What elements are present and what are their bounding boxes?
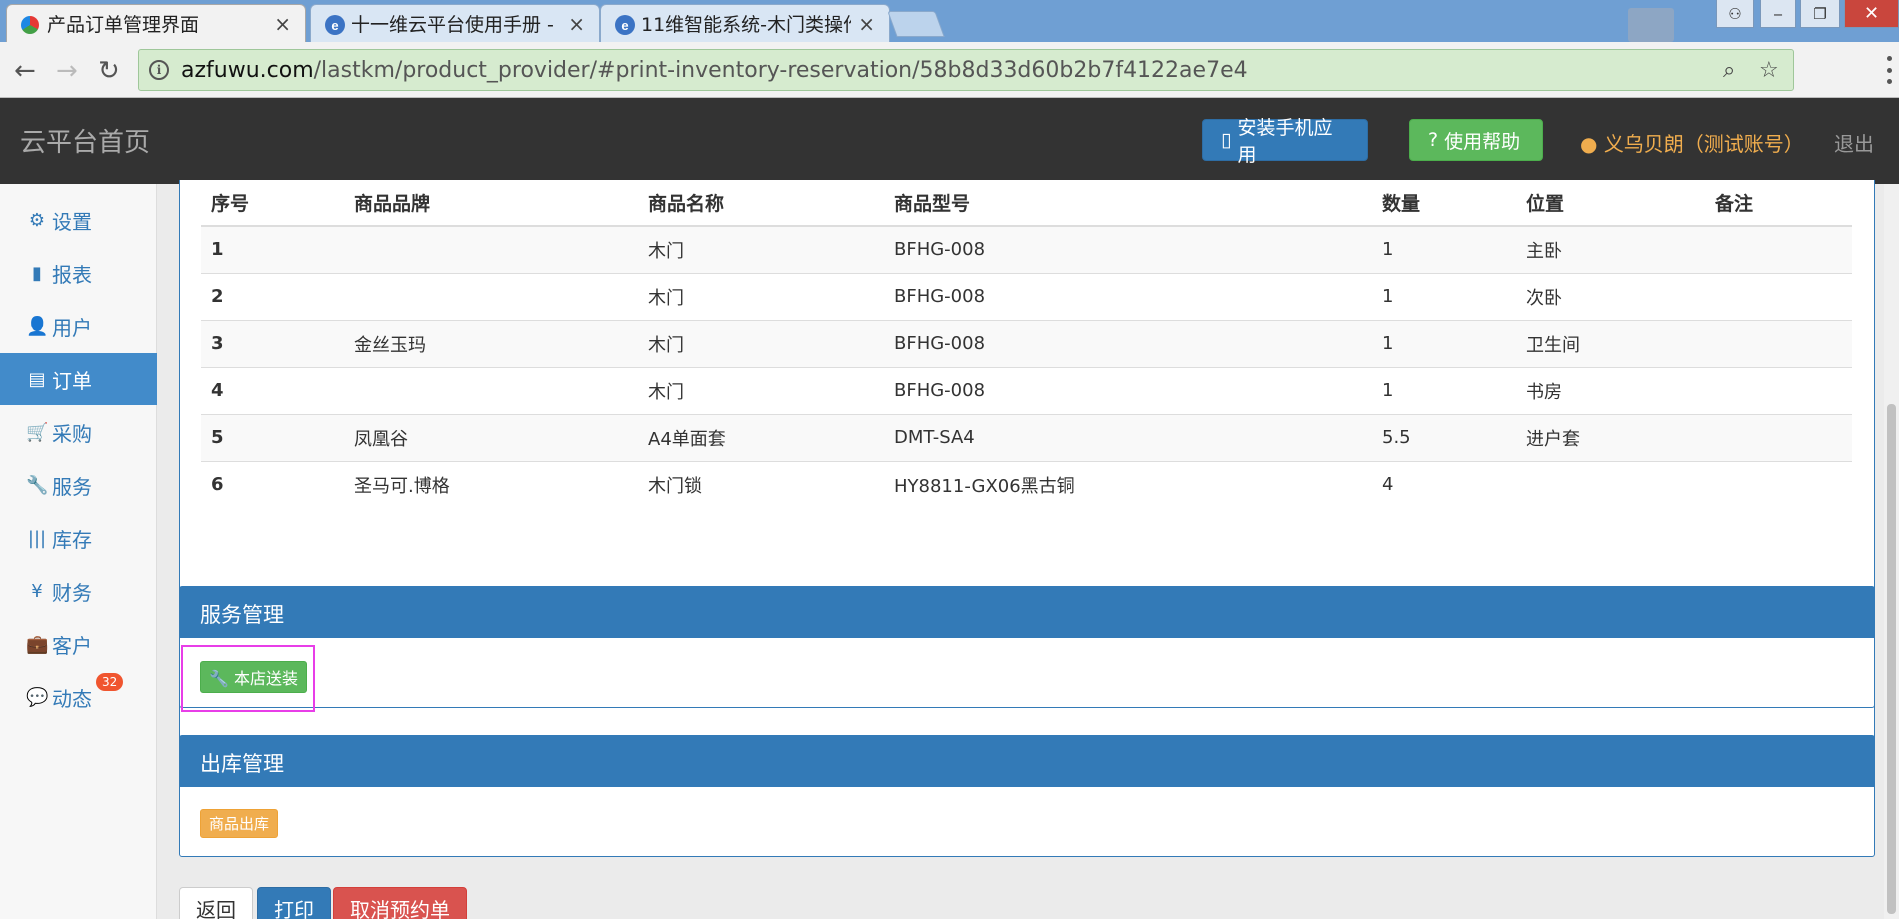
- user-account-link[interactable]: ● 义乌贝朗（测试账号）: [1580, 128, 1804, 157]
- barcode-icon: |||: [27, 527, 47, 549]
- back-button[interactable]: 返回: [179, 887, 253, 919]
- maximize-button[interactable]: ❐: [1800, 0, 1840, 28]
- site-favicon-icon: e: [615, 15, 635, 35]
- table-header-row: 序号 商品品牌 商品名称 商品型号 数量 位置 备注: [201, 180, 1852, 227]
- sidebar-item-users[interactable]: 👤 用户: [0, 300, 157, 352]
- briefcase-icon: 💼: [26, 633, 49, 655]
- wrench-icon: 🔧: [209, 669, 229, 688]
- url-text: azfuwu.com/lastkm/product_provider/#prin…: [181, 57, 1248, 83]
- user-icon: 👤: [26, 315, 49, 337]
- wrench-icon: 🔧: [26, 474, 49, 496]
- col-header-quantity: 数量: [1372, 180, 1516, 227]
- browser-menu-icon[interactable]: [1887, 56, 1893, 84]
- col-header-location: 位置: [1516, 180, 1705, 227]
- sidebar-item-service[interactable]: 🔧 服务: [0, 459, 157, 511]
- browser-tab-active[interactable]: 产品订单管理界面 ×: [6, 4, 306, 42]
- col-header-brand: 商品品牌: [344, 180, 638, 227]
- question-circle-icon: ?: [1428, 129, 1439, 151]
- comment-icon: 💬: [26, 686, 49, 708]
- scrollbar-thumb[interactable]: [1887, 404, 1896, 914]
- tab-title: 十一维云平台使用手册 -: [351, 14, 554, 36]
- new-tab-button[interactable]: [887, 11, 945, 37]
- yen-icon: ¥: [31, 580, 43, 602]
- site-favicon-icon: e: [325, 15, 345, 35]
- outstock-management-panel: 出库管理 商品出库: [179, 735, 1875, 857]
- outstock-panel-title: 出库管理: [180, 736, 1874, 787]
- order-items-table: 序号 商品品牌 商品名称 商品型号 数量 位置 备注 1 木门 BFHG-008…: [201, 180, 1852, 508]
- forward-arrow-icon[interactable]: →: [56, 56, 78, 86]
- help-button[interactable]: ? 使用帮助: [1409, 119, 1543, 161]
- service-panel-title: 服务管理: [180, 587, 1874, 638]
- col-header-notes: 备注: [1705, 180, 1852, 227]
- site-info-icon[interactable]: i: [149, 60, 169, 80]
- tab-title: 产品订单管理界面: [47, 14, 200, 36]
- list-icon: ▤: [28, 368, 46, 390]
- tab-close-icon[interactable]: ×: [274, 12, 291, 36]
- tab-title: 11维智能系统-木门类操作: [641, 14, 851, 36]
- main-content: 序号 商品品牌 商品名称 商品型号 数量 位置 备注 1 木门 BFHG-008…: [157, 180, 1899, 919]
- sidebar-nav: ⚙ 设置 ▮ 报表 👤 用户 ▤ 订单 🛒 采购 🔧 服务 ||| 库存 ¥ 财…: [0, 184, 157, 919]
- mobile-phone-icon: ▯: [1221, 129, 1232, 151]
- sidebar-item-activity[interactable]: 💬 动态 32: [0, 671, 157, 723]
- browser-toolbar: ← → ↻ i azfuwu.com/lastkm/product_provid…: [0, 42, 1899, 98]
- table-row: 4 木门 BFHG-008 1 书房: [201, 366, 1852, 414]
- user-icon: ●: [1580, 132, 1598, 156]
- install-app-button[interactable]: ▯ 安装手机应用: [1202, 117, 1368, 166]
- product-outstock-button[interactable]: 商品出库: [200, 809, 279, 838]
- page-scrollbar[interactable]: [1884, 184, 1899, 919]
- col-header-name: 商品名称: [638, 180, 884, 227]
- col-header-index: 序号: [201, 180, 344, 227]
- back-arrow-icon[interactable]: ←: [14, 56, 36, 86]
- browser-tab-strip: 产品订单管理界面 × e 十一维云平台使用手册 - × e 11维智能系统-木门…: [0, 0, 1899, 42]
- app-navbar: 云平台首页 ▯ 安装手机应用 ? 使用帮助 ● 义乌贝朗（测试账号） 退出: [0, 98, 1899, 184]
- col-header-model: 商品型号: [884, 180, 1372, 227]
- print-button[interactable]: 打印: [257, 887, 331, 919]
- cart-icon: 🛒: [26, 421, 49, 443]
- brand-link[interactable]: 云平台首页: [20, 122, 150, 159]
- browser-tab-manual[interactable]: e 十一维云平台使用手册 - ×: [310, 4, 600, 42]
- gear-icon: ⚙: [28, 209, 46, 231]
- sidebar-item-purchase[interactable]: 🛒 采购: [0, 406, 157, 458]
- sidebar-item-inventory[interactable]: ||| 库存: [0, 512, 157, 564]
- table-row: 5 凤凰谷 A4单面套 DMT-SA4 5.5 进户套: [201, 413, 1852, 461]
- service-management-panel: 服务管理 🔧 本店送装: [179, 586, 1875, 712]
- minimize-button[interactable]: ‒: [1760, 0, 1796, 28]
- table-row: 2 木门 BFHG-008 1 次卧: [201, 272, 1852, 320]
- sidebar-item-reports[interactable]: ▮ 报表: [0, 247, 157, 299]
- notification-badge: 32: [96, 673, 124, 691]
- window-close-button[interactable]: ✕: [1844, 0, 1899, 28]
- tab-close-icon[interactable]: ×: [858, 12, 875, 36]
- logout-link[interactable]: 退出: [1834, 128, 1874, 157]
- sidebar-item-finance[interactable]: ¥ 财务: [0, 565, 157, 617]
- reload-icon[interactable]: ↻: [98, 56, 120, 86]
- tab-close-icon[interactable]: ×: [568, 12, 585, 36]
- cancel-reservation-button[interactable]: 取消预约单: [333, 887, 467, 919]
- bar-chart-icon: ▮: [32, 262, 42, 284]
- sidebar-item-settings[interactable]: ⚙ 设置: [0, 194, 157, 246]
- browser-tab-system[interactable]: e 11维智能系统-木门类操作 ×: [600, 4, 890, 42]
- sidebar-item-orders[interactable]: ▤ 订单: [0, 353, 157, 405]
- zoom-icon[interactable]: ⌕: [1723, 58, 1735, 83]
- table-row: 1 木门 BFHG-008 1 主卧: [201, 225, 1852, 273]
- sidebar-item-customers[interactable]: 💼 客户: [0, 618, 157, 670]
- table-row: 6 圣马可.博格 木门锁 HY8811-GX06黑古铜 4: [201, 460, 1852, 508]
- app-favicon-icon: [21, 16, 39, 34]
- browser-profile-icon[interactable]: [1628, 8, 1674, 42]
- bookmark-star-icon[interactable]: ☆: [1759, 58, 1779, 83]
- address-bar[interactable]: i azfuwu.com/lastkm/product_provider/#pr…: [138, 49, 1794, 91]
- store-install-button[interactable]: 🔧 本店送装: [200, 661, 308, 693]
- profile-button[interactable]: ⚇: [1716, 0, 1754, 28]
- table-row: 3 金丝玉玛 木门 BFHG-008 1 卫生间: [201, 319, 1852, 367]
